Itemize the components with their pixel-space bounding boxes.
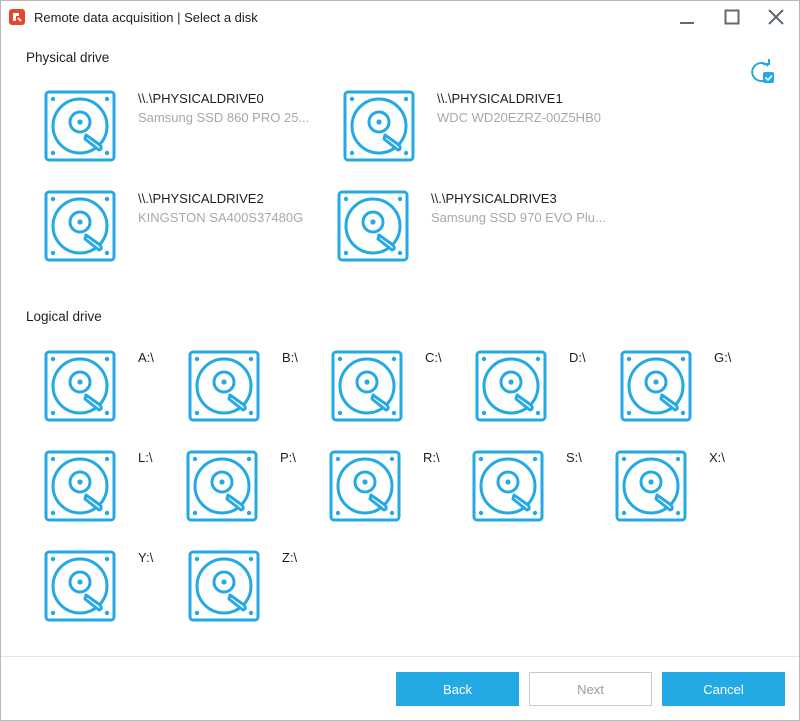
hard-disk-icon xyxy=(614,449,688,523)
hard-disk-icon xyxy=(185,449,259,523)
drive-model: Samsung SSD 860 PRO 25... xyxy=(138,110,310,125)
hard-disk-icon xyxy=(43,189,117,263)
logical-drive-item[interactable]: D:\ xyxy=(474,349,604,423)
physical-drive-item[interactable]: \\.\PHYSICALDRIVE3 Samsung SSD 970 EVO P… xyxy=(336,189,626,263)
close-button[interactable] xyxy=(756,1,796,33)
logical-drive-item[interactable]: B:\ xyxy=(187,349,317,423)
hard-disk-icon xyxy=(471,449,545,523)
hard-disk-icon xyxy=(336,189,410,263)
close-icon xyxy=(768,9,784,25)
hard-disk-icon xyxy=(43,549,117,623)
drive-name: C:\ xyxy=(425,350,442,365)
hard-disk-icon xyxy=(43,89,117,163)
window-title: Remote data acquisition | Select a disk xyxy=(34,10,258,25)
next-button[interactable]: Next xyxy=(529,672,652,706)
physical-drive-item[interactable]: \\.\PHYSICALDRIVE0 Samsung SSD 860 PRO 2… xyxy=(43,89,323,163)
minimize-icon xyxy=(680,22,694,24)
maximize-button[interactable] xyxy=(712,1,752,33)
cancel-button[interactable]: Cancel xyxy=(662,672,785,706)
refresh-button[interactable] xyxy=(746,57,776,87)
dialog-window: Remote data acquisition | Select a disk … xyxy=(0,0,800,721)
drive-name: \\.\PHYSICALDRIVE3 xyxy=(431,191,557,206)
footer-divider xyxy=(1,656,799,657)
drive-model: WDC WD20EZRZ-00Z5HB0 xyxy=(437,110,601,125)
hard-disk-icon xyxy=(474,349,548,423)
drive-name: \\.\PHYSICALDRIVE1 xyxy=(437,91,563,106)
drive-name: L:\ xyxy=(138,450,153,465)
drive-model: KINGSTON SA400S37480G xyxy=(138,210,304,225)
hard-disk-icon xyxy=(330,349,404,423)
hard-disk-icon xyxy=(187,349,261,423)
hard-disk-icon xyxy=(342,89,416,163)
logical-drive-heading: Logical drive xyxy=(26,309,102,324)
drive-name: Y:\ xyxy=(138,550,154,565)
logical-drive-item[interactable]: R:\ xyxy=(328,449,458,523)
drive-name: A:\ xyxy=(138,350,154,365)
drive-name: S:\ xyxy=(566,450,582,465)
drive-name: \\.\PHYSICALDRIVE0 xyxy=(138,91,264,106)
drive-name: X:\ xyxy=(709,450,725,465)
drive-name: B:\ xyxy=(282,350,298,365)
app-logo-icon xyxy=(9,9,25,25)
title-bar: Remote data acquisition | Select a disk xyxy=(1,1,799,33)
refresh-icon xyxy=(751,59,774,83)
physical-drive-heading: Physical drive xyxy=(26,50,110,65)
maximize-icon xyxy=(724,9,740,25)
physical-drive-item[interactable]: \\.\PHYSICALDRIVE1 WDC WD20EZRZ-00Z5HB0 xyxy=(342,89,622,163)
minimize-button[interactable] xyxy=(667,1,707,33)
physical-drive-item[interactable]: \\.\PHYSICALDRIVE2 KINGSTON SA400S37480G xyxy=(43,189,323,263)
drive-name: D:\ xyxy=(569,350,586,365)
hard-disk-icon xyxy=(43,449,117,523)
drive-name: Z:\ xyxy=(282,550,298,565)
back-button[interactable]: Back xyxy=(396,672,519,706)
hard-disk-icon xyxy=(619,349,693,423)
logical-drive-item[interactable]: S:\ xyxy=(471,449,601,523)
logical-drive-item[interactable]: C:\ xyxy=(330,349,460,423)
drive-name: \\.\PHYSICALDRIVE2 xyxy=(138,191,264,206)
logical-drive-item[interactable]: A:\ xyxy=(43,349,173,423)
hard-disk-icon xyxy=(328,449,402,523)
logical-drive-item[interactable]: Z:\ xyxy=(187,549,317,623)
logical-drive-item[interactable]: X:\ xyxy=(614,449,744,523)
logical-drive-item[interactable]: Y:\ xyxy=(43,549,173,623)
drive-name: G:\ xyxy=(714,350,732,365)
drive-model: Samsung SSD 970 EVO Plu... xyxy=(431,210,606,225)
hard-disk-icon xyxy=(187,549,261,623)
drive-name: P:\ xyxy=(280,450,296,465)
logical-drive-item[interactable]: P:\ xyxy=(185,449,315,523)
drive-name: R:\ xyxy=(423,450,440,465)
hard-disk-icon xyxy=(43,349,117,423)
logical-drive-item[interactable]: L:\ xyxy=(43,449,173,523)
logical-drive-item[interactable]: G:\ xyxy=(619,349,749,423)
